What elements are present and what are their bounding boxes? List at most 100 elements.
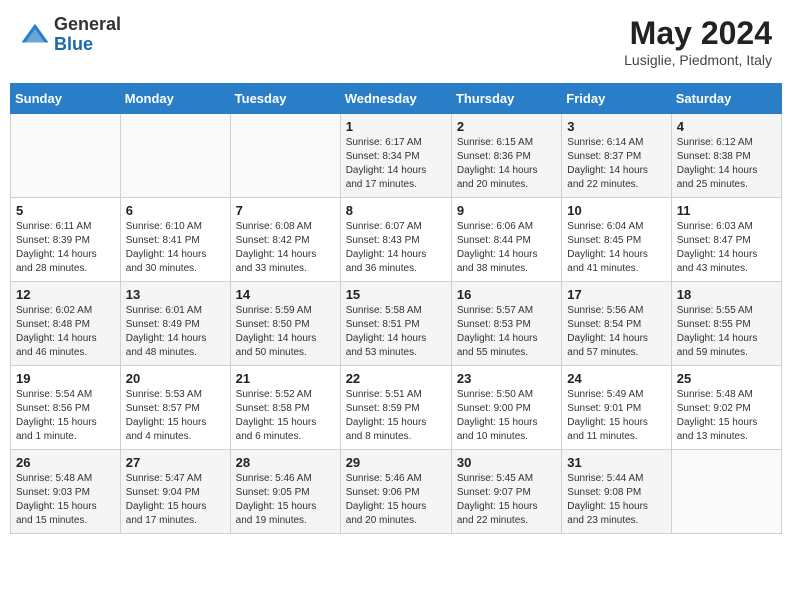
day-info: Sunrise: 5:50 AM Sunset: 9:00 PM Dayligh… — [457, 388, 556, 444]
calendar-day-cell: 21 Sunrise: 5:52 AM Sunset: 8:58 PM Dayli… — [230, 366, 340, 450]
calendar-day-cell: 15Sunrise: 5:58 AM Sunset: 8:51 PM Dayli… — [340, 282, 451, 366]
weekday-header-row: SundayMondayTuesdayWednesdayThursdayFrid… — [11, 84, 782, 114]
calendar-day-cell: 30 Sunrise: 5:45 AM Sunset: 9:07 PM Dayli… — [451, 450, 561, 534]
day-number: 25 — [677, 371, 776, 386]
day-info: Sunrise: 5:47 AM Sunset: 9:04 PM Dayligh… — [126, 472, 225, 528]
title-block: May 2024 Lusiglie, Piedmont, Italy — [624, 15, 772, 68]
calendar-day-cell — [230, 114, 340, 198]
day-number: 2 — [457, 119, 556, 134]
day-info: Sunrise: 6:08 AM Sunset: 8:42 PM Dayligh… — [236, 220, 335, 276]
day-info: Sunrise: 5:56 AM Sunset: 8:54 PM Dayligh… — [567, 304, 665, 360]
calendar-day-cell: 26Sunrise: 5:48 AM Sunset: 9:03 PM Dayli… — [11, 450, 121, 534]
day-info: Sunrise: 5:51 AM Sunset: 8:59 PM Dayligh… — [346, 388, 446, 444]
calendar-table: SundayMondayTuesdayWednesdayThursdayFrid… — [10, 83, 782, 534]
weekday-header: Tuesday — [230, 84, 340, 114]
day-number: 30 — [457, 455, 556, 470]
calendar-day-cell — [671, 450, 781, 534]
calendar-day-cell: 19 Sunrise: 5:54 AM Sunset: 8:56 PM Dayli… — [11, 366, 121, 450]
month-year-title: May 2024 — [624, 15, 772, 52]
day-info: Sunrise: 5:57 AM Sunset: 8:53 PM Dayligh… — [457, 304, 556, 360]
day-info: Sunrise: 6:10 AM Sunset: 8:41 PM Dayligh… — [126, 220, 225, 276]
calendar-day-cell: 24 Sunrise: 5:49 AM Sunset: 9:01 PM Dayli… — [562, 366, 671, 450]
day-info: Sunrise: 6:03 AM Sunset: 8:47 PM Dayligh… — [677, 220, 776, 276]
day-info: Sunrise: 5:52 AM Sunset: 8:58 PM Dayligh… — [236, 388, 335, 444]
calendar-day-cell: 9 Sunrise: 6:06 AM Sunset: 8:44 PM Daylig… — [451, 198, 561, 282]
day-info: Sunrise: 5:54 AM Sunset: 8:56 PM Dayligh… — [16, 388, 115, 444]
day-number: 18 — [677, 287, 776, 302]
day-info: Sunrise: 6:01 AM Sunset: 8:49 PM Dayligh… — [126, 304, 225, 360]
weekday-header: Thursday — [451, 84, 561, 114]
calendar-day-cell: 10 Sunrise: 6:04 AM Sunset: 8:45 PM Dayli… — [562, 198, 671, 282]
day-number: 14 — [236, 287, 335, 302]
weekday-header: Wednesday — [340, 84, 451, 114]
day-info: Sunrise: 6:02 AM Sunset: 8:48 PM Dayligh… — [16, 304, 115, 360]
logo-blue-text: Blue — [54, 34, 93, 54]
weekday-header: Saturday — [671, 84, 781, 114]
calendar-day-cell: 28 Sunrise: 5:46 AM Sunset: 9:05 PM Dayli… — [230, 450, 340, 534]
calendar-day-cell: 23 Sunrise: 5:50 AM Sunset: 9:00 PM Dayli… — [451, 366, 561, 450]
logo-general-text: General — [54, 14, 121, 34]
day-number: 17 — [567, 287, 665, 302]
location-subtitle: Lusiglie, Piedmont, Italy — [624, 52, 772, 68]
weekday-header: Monday — [120, 84, 230, 114]
day-info: Sunrise: 6:12 AM Sunset: 8:38 PM Dayligh… — [677, 136, 776, 192]
calendar-day-cell: 12 Sunrise: 6:02 AM Sunset: 8:48 PM Dayli… — [11, 282, 121, 366]
calendar-day-cell: 27Sunrise: 5:47 AM Sunset: 9:04 PM Dayli… — [120, 450, 230, 534]
day-number: 4 — [677, 119, 776, 134]
calendar-day-cell: 1Sunrise: 6:17 AM Sunset: 8:34 PM Daylig… — [340, 114, 451, 198]
calendar-day-cell — [120, 114, 230, 198]
calendar-day-cell: 29Sunrise: 5:46 AM Sunset: 9:06 PM Dayli… — [340, 450, 451, 534]
calendar-day-cell: 14Sunrise: 5:59 AM Sunset: 8:50 PM Dayli… — [230, 282, 340, 366]
day-info: Sunrise: 6:04 AM Sunset: 8:45 PM Dayligh… — [567, 220, 665, 276]
day-info: Sunrise: 5:48 AM Sunset: 9:02 PM Dayligh… — [677, 388, 776, 444]
calendar-day-cell — [11, 114, 121, 198]
day-number: 6 — [126, 203, 225, 218]
day-number: 24 — [567, 371, 665, 386]
day-number: 10 — [567, 203, 665, 218]
day-number: 28 — [236, 455, 335, 470]
day-number: 29 — [346, 455, 446, 470]
day-number: 7 — [236, 203, 335, 218]
day-number: 19 — [16, 371, 115, 386]
day-info: Sunrise: 6:06 AM Sunset: 8:44 PM Dayligh… — [457, 220, 556, 276]
day-number: 12 — [16, 287, 115, 302]
day-info: Sunrise: 5:49 AM Sunset: 9:01 PM Dayligh… — [567, 388, 665, 444]
day-number: 13 — [126, 287, 225, 302]
day-info: Sunrise: 5:46 AM Sunset: 9:05 PM Dayligh… — [236, 472, 335, 528]
day-number: 3 — [567, 119, 665, 134]
calendar-day-cell: 16 Sunrise: 5:57 AM Sunset: 8:53 PM Dayli… — [451, 282, 561, 366]
day-number: 9 — [457, 203, 556, 218]
day-info: Sunrise: 6:11 AM Sunset: 8:39 PM Dayligh… — [16, 220, 115, 276]
day-number: 16 — [457, 287, 556, 302]
calendar-day-cell: 7 Sunrise: 6:08 AM Sunset: 8:42 PM Daylig… — [230, 198, 340, 282]
calendar-day-cell: 4 Sunrise: 6:12 AM Sunset: 8:38 PM Daylig… — [671, 114, 781, 198]
calendar-day-cell: 13 Sunrise: 6:01 AM Sunset: 8:49 PM Dayli… — [120, 282, 230, 366]
weekday-header: Friday — [562, 84, 671, 114]
day-number: 20 — [126, 371, 225, 386]
day-number: 8 — [346, 203, 446, 218]
day-info: Sunrise: 6:17 AM Sunset: 8:34 PM Dayligh… — [346, 136, 446, 192]
calendar-week-row: 12 Sunrise: 6:02 AM Sunset: 8:48 PM Dayli… — [11, 282, 782, 366]
day-info: Sunrise: 5:53 AM Sunset: 8:57 PM Dayligh… — [126, 388, 225, 444]
calendar-day-cell: 8 Sunrise: 6:07 AM Sunset: 8:43 PM Daylig… — [340, 198, 451, 282]
day-number: 11 — [677, 203, 776, 218]
day-info: Sunrise: 5:55 AM Sunset: 8:55 PM Dayligh… — [677, 304, 776, 360]
day-info: Sunrise: 6:07 AM Sunset: 8:43 PM Dayligh… — [346, 220, 446, 276]
day-info: Sunrise: 5:44 AM Sunset: 9:08 PM Dayligh… — [567, 472, 665, 528]
day-info: Sunrise: 5:58 AM Sunset: 8:51 PM Dayligh… — [346, 304, 446, 360]
page-header: General Blue May 2024 Lusiglie, Piedmont… — [10, 10, 782, 73]
day-number: 21 — [236, 371, 335, 386]
day-number: 23 — [457, 371, 556, 386]
calendar-day-cell: 5 Sunrise: 6:11 AM Sunset: 8:39 PM Daylig… — [11, 198, 121, 282]
day-number: 5 — [16, 203, 115, 218]
day-number: 22 — [346, 371, 446, 386]
day-info: Sunrise: 6:14 AM Sunset: 8:37 PM Dayligh… — [567, 136, 665, 192]
calendar-week-row: 19 Sunrise: 5:54 AM Sunset: 8:56 PM Dayli… — [11, 366, 782, 450]
calendar-day-cell: 25 Sunrise: 5:48 AM Sunset: 9:02 PM Dayli… — [671, 366, 781, 450]
calendar-day-cell: 11 Sunrise: 6:03 AM Sunset: 8:47 PM Dayli… — [671, 198, 781, 282]
calendar-day-cell: 6 Sunrise: 6:10 AM Sunset: 8:41 PM Daylig… — [120, 198, 230, 282]
day-info: Sunrise: 6:15 AM Sunset: 8:36 PM Dayligh… — [457, 136, 556, 192]
day-info: Sunrise: 5:45 AM Sunset: 9:07 PM Dayligh… — [457, 472, 556, 528]
calendar-week-row: 1Sunrise: 6:17 AM Sunset: 8:34 PM Daylig… — [11, 114, 782, 198]
day-number: 31 — [567, 455, 665, 470]
